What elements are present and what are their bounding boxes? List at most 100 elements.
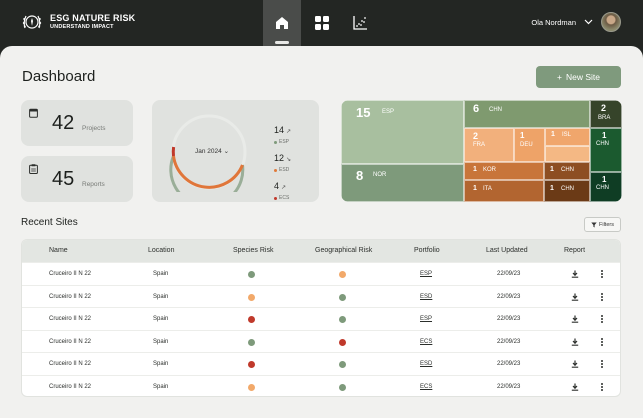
treemap-tile-ita[interactable]: 1 ITA <box>464 180 544 202</box>
more-options-icon[interactable] <box>599 359 605 369</box>
treemap-tile-blank[interactable] <box>545 146 590 162</box>
new-site-button[interactable]: + New Site <box>536 66 621 88</box>
more-options-icon[interactable] <box>599 292 605 302</box>
download-icon[interactable] <box>571 360 579 368</box>
site-location: Spain <box>153 316 169 322</box>
table-row[interactable]: Cruceiro II N 22 Spain ESD 22/09/23 <box>22 284 620 308</box>
legend-value: 14 <box>274 125 285 135</box>
legend-code: ECS <box>279 195 290 201</box>
treemap-tile-nor[interactable]: 8 NOR <box>341 164 464 202</box>
chevron-down-icon: ⌄ <box>223 148 230 155</box>
download-icon[interactable] <box>571 315 579 323</box>
download-icon[interactable] <box>571 383 579 391</box>
legend-code: ESP <box>279 139 290 145</box>
more-options-icon[interactable] <box>599 337 605 347</box>
brand[interactable]: ESG NATURE RISK UNDERSTAND IMPACT <box>20 10 135 34</box>
column-header-geographical-risk[interactable]: Geographical Risk <box>315 240 372 262</box>
portfolio-link[interactable]: ESD <box>420 353 432 375</box>
top-bar: ESG NATURE RISK UNDERSTAND IMPACT Ola No… <box>0 0 643 46</box>
site-name[interactable]: Cruceiro II N 22 <box>49 331 91 353</box>
column-header-location[interactable]: Location <box>148 240 174 262</box>
treemap-tile-chn[interactable]: 6 CHN <box>464 100 590 128</box>
geographical-risk-dot <box>339 383 346 391</box>
treemap-tile-chn-4[interactable]: 1 CHN <box>544 162 590 180</box>
site-name[interactable]: Cruceiro II N 22 <box>49 376 91 397</box>
table-row[interactable]: Cruceiro II N 22 Spain ESD 22/09/23 <box>22 352 620 375</box>
reports-card[interactable]: 45 Reports <box>21 156 133 202</box>
status-dot <box>274 196 277 200</box>
portfolio-link[interactable]: ESP <box>420 308 432 330</box>
more-options-icon[interactable] <box>599 314 605 324</box>
main-panel: Dashboard + New Site 42 Projects 45 Repo… <box>0 46 643 418</box>
projects-card[interactable]: 42 Projects <box>21 100 133 146</box>
more-options-icon[interactable] <box>599 269 605 279</box>
portfolio-link[interactable]: ESP <box>420 263 432 285</box>
table-row[interactable]: Cruceiro II N 22 Spain ESP 22/09/23 <box>22 307 620 330</box>
user-menu[interactable]: Ola Nordman <box>531 12 621 32</box>
site-name[interactable]: Cruceiro II N 22 <box>49 263 91 285</box>
download-icon[interactable] <box>571 338 579 346</box>
treemap-tile-isl[interactable]: 1 ISL <box>545 128 590 146</box>
recent-sites-table: Name Location Species Risk Geographical … <box>21 239 621 397</box>
treemap-tile-kor[interactable]: 1 KOR <box>464 162 544 180</box>
scatter-chart-icon <box>353 16 367 30</box>
last-updated: 22/09/23 <box>497 316 521 322</box>
chevron-down-icon <box>584 19 593 25</box>
clipboard-icon <box>29 164 38 174</box>
calendar-icon <box>29 108 38 118</box>
treemap-tile-bra[interactable]: 2 BRA <box>590 100 622 128</box>
column-header-portfolio[interactable]: Portfolio <box>414 240 440 262</box>
table-row[interactable]: Cruceiro II N 22 Spain ESP 22/09/23 <box>22 262 620 285</box>
country-treemap: 15 ESP 8 NOR 6 CHN 2 BRA 1 CHN 1 CHN 2 F… <box>341 100 622 202</box>
table-header: Name Location Species Risk Geographical … <box>22 240 620 262</box>
period-select[interactable]: Jan 2024 ⌄ <box>195 147 229 155</box>
period-label: Jan 2024 <box>195 148 222 155</box>
filters-button[interactable]: Filters <box>584 217 621 232</box>
reports-label: Reports <box>82 181 105 188</box>
avatar[interactable] <box>601 12 621 32</box>
portfolio-link[interactable]: ESD <box>420 286 432 308</box>
treemap-tile-deu[interactable]: 1 DEU <box>514 128 545 162</box>
nav-grid[interactable] <box>303 0 341 46</box>
trend-up-icon: ↗ <box>286 129 292 135</box>
table-row[interactable]: Cruceiro II N 22 Spain ECS 22/09/23 <box>22 329 620 353</box>
geographical-risk-dot <box>339 361 346 368</box>
last-updated: 22/09/23 <box>497 383 521 390</box>
recent-sites-title: Recent Sites <box>21 217 78 228</box>
home-icon <box>276 17 288 29</box>
site-name[interactable]: Cruceiro II N 22 <box>49 286 91 308</box>
trend-up-icon: ↗ <box>281 185 287 191</box>
geographical-risk-dot <box>339 271 346 278</box>
column-header-report[interactable]: Report <box>564 240 585 262</box>
portfolio-link[interactable]: ECS <box>420 331 432 353</box>
portfolio-link[interactable]: ECS <box>420 376 432 397</box>
site-name[interactable]: Cruceiro II N 22 <box>49 308 91 330</box>
user-name: Ola Nordman <box>531 17 576 27</box>
column-header-last-updated[interactable]: Last Updated <box>486 240 528 262</box>
site-location: Spain <box>153 361 169 367</box>
nav-home[interactable] <box>263 0 301 46</box>
geographical-risk-dot <box>339 316 346 323</box>
status-dot <box>274 168 277 172</box>
table-row[interactable]: Cruceiro II N 22 Spain ECS 22/09/23 <box>22 374 620 397</box>
site-name[interactable]: Cruceiro II N 22 <box>49 353 91 375</box>
portfolio-donut-card: Jan 2024 ⌄ 14 ↗ ESP 12 ↘ ESD 4 ↗ ECS <box>152 100 319 202</box>
treemap-tile-chn-5[interactable]: 1 CHN <box>544 180 590 202</box>
plus-icon: + <box>557 72 562 82</box>
treemap-tile-chn-2[interactable]: 1 CHN <box>590 128 622 172</box>
projects-label: Projects <box>82 125 106 132</box>
site-location: Spain <box>153 338 169 345</box>
species-risk-dot <box>248 383 255 391</box>
treemap-tile-fra[interactable]: 2 FRA <box>464 128 514 162</box>
download-icon[interactable] <box>571 293 579 301</box>
nav-analytics[interactable] <box>341 0 379 46</box>
treemap-tile-esp[interactable]: 15 ESP <box>341 100 464 164</box>
last-updated: 22/09/23 <box>497 338 521 345</box>
last-updated: 22/09/23 <box>497 271 521 277</box>
column-header-species-risk[interactable]: Species Risk <box>233 240 273 262</box>
treemap-tile-chn-3[interactable]: 1 CHN <box>590 172 622 202</box>
more-options-icon[interactable] <box>599 382 605 392</box>
download-icon[interactable] <box>571 270 579 278</box>
column-header-name[interactable]: Name <box>49 240 68 262</box>
species-risk-dot <box>248 338 255 346</box>
